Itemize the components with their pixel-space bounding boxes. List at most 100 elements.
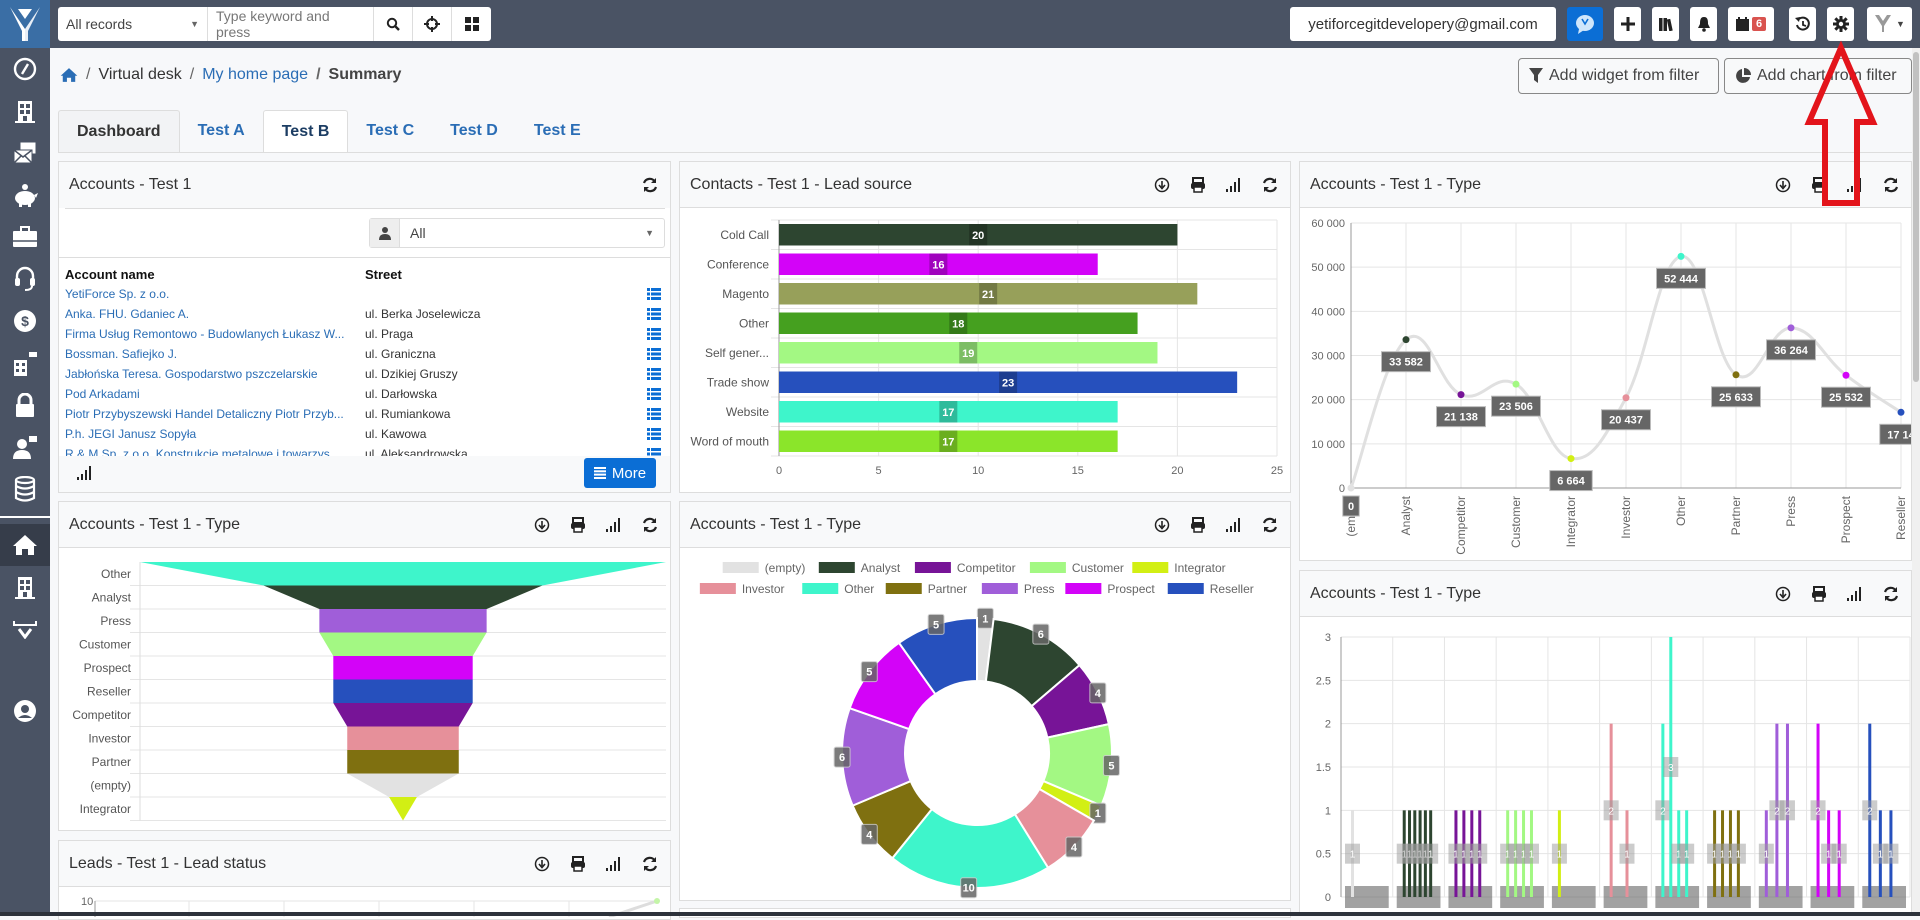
row-details-button[interactable] (647, 288, 661, 300)
x-tick-label: 10 (972, 465, 984, 477)
module-grid-button[interactable] (452, 7, 491, 41)
sidebar-item-finance[interactable]: $ (0, 300, 50, 342)
change-chart-button[interactable] (604, 515, 624, 535)
print-button[interactable] (1809, 584, 1829, 604)
user-menu-button[interactable]: ▼ (1867, 7, 1912, 41)
search-input[interactable]: Type keyword and press (208, 7, 374, 41)
chart-toggle-button[interactable] (77, 466, 93, 485)
account-name-link[interactable]: P.h. JEGI Janusz Sopyła (65, 427, 365, 441)
refresh-button[interactable] (1260, 175, 1280, 195)
calendar-reminders-button[interactable]: 6 (1728, 7, 1774, 41)
account-name-link[interactable]: Anka. FHU. Gdaniec A. (65, 307, 365, 321)
quick-create-button[interactable] (1614, 7, 1641, 41)
account-name-link[interactable]: Piotr Przybyszewski Handel Detaliczny Pi… (65, 407, 365, 421)
chat-bubble-icon (1576, 15, 1594, 34)
sidebar-item-profile[interactable] (0, 690, 50, 732)
row-details-button[interactable] (647, 368, 661, 380)
sidebar-item-home[interactable] (0, 524, 50, 566)
account-name-link[interactable]: Bossman. Safiejko J. (65, 347, 365, 361)
row-details-button[interactable] (647, 308, 661, 320)
tab-test-c[interactable]: Test C (348, 110, 432, 152)
sidebar-item-support[interactable] (0, 258, 50, 300)
refresh-button[interactable] (1260, 515, 1280, 535)
row-details-button[interactable] (647, 328, 661, 340)
download-button[interactable] (1152, 515, 1172, 535)
settings-button[interactable] (1827, 7, 1854, 41)
download-button[interactable] (532, 515, 552, 535)
refresh-button[interactable] (640, 175, 660, 195)
y-category-label: Analyst (92, 590, 132, 604)
home-icon[interactable] (60, 67, 78, 83)
account-name-link[interactable]: Firma Usług Remontowo - Budowlanych Łuka… (65, 327, 365, 341)
row-details-button[interactable] (647, 388, 661, 400)
type-line-chart: 010 00020 00030 00040 00050 00060 000(em… (1311, 218, 1911, 555)
table-row: Bossman. Safiejko J. ul. Graniczna (65, 344, 665, 364)
row-details-button[interactable] (647, 408, 661, 420)
account-name-link[interactable]: YetiForce Sp. z o.o. (65, 287, 365, 301)
tab-test-b[interactable]: Test B (262, 110, 349, 152)
sidebar-item-logistics[interactable] (0, 342, 50, 384)
print-button[interactable] (1188, 175, 1208, 195)
data-label: 5 (933, 619, 939, 631)
data-point (1677, 252, 1685, 260)
accounts-table: Account name Street YetiForce Sp. z o.o.… (65, 264, 665, 464)
add-widget-from-filter-button[interactable]: Add widget from filter (1518, 58, 1719, 94)
tab-test-e[interactable]: Test E (516, 110, 599, 152)
page-scrollbar-thumb[interactable] (1913, 52, 1919, 382)
y-tick-label: 20 000 (1311, 395, 1345, 407)
account-name-link[interactable]: Pod Arkadami (65, 387, 365, 401)
change-chart-button[interactable] (1224, 175, 1244, 195)
owner-filter-select[interactable]: All ▼ (369, 218, 665, 248)
sidebar-item-projects[interactable] (0, 216, 50, 258)
account-name-link[interactable]: Jabłońska Teresa. Gospodarstwo pszczelar… (65, 367, 365, 381)
change-chart-button[interactable] (604, 854, 624, 874)
legend-label: Competitor (957, 561, 1016, 575)
sidebar-item-dashboard[interactable] (0, 48, 50, 90)
download-button[interactable] (1152, 175, 1172, 195)
advanced-search-button[interactable] (413, 7, 452, 41)
refresh-button[interactable] (640, 515, 660, 535)
refresh-button[interactable] (640, 854, 660, 874)
print-button[interactable] (568, 854, 588, 874)
list-details-icon (647, 288, 661, 300)
notifications-button[interactable] (1690, 7, 1717, 41)
download-button[interactable] (1773, 584, 1793, 604)
tab-test-d[interactable]: Test D (432, 110, 516, 152)
history-button[interactable] (1789, 7, 1816, 41)
list-details-icon (647, 308, 661, 320)
sidebar-item-security[interactable] (0, 384, 50, 426)
search-module-select[interactable]: All records ▼ (58, 7, 208, 41)
street-cell: ul. Rumiankowa (365, 407, 451, 421)
tab-dashboard[interactable]: Dashboard (58, 110, 180, 152)
sidebar-item-mail[interactable] (0, 132, 50, 174)
row-details-button[interactable] (647, 348, 661, 360)
refresh-button[interactable] (1881, 584, 1901, 604)
sidebar-item-companies[interactable] (0, 566, 50, 608)
knowledge-base-button[interactable] (1652, 7, 1679, 41)
user-email-field[interactable]: yetiforcegitdevelopery@gmail.com (1290, 7, 1556, 41)
column-header-street[interactable]: Street (365, 267, 665, 282)
yetiforce-logo[interactable] (0, 0, 50, 48)
data-point (1622, 394, 1630, 402)
sidebar-item-hr[interactable] (0, 426, 50, 468)
sidebar-item-sales[interactable] (0, 174, 50, 216)
sidebar-item-yeti[interactable] (0, 608, 50, 650)
row-details-button[interactable] (647, 428, 661, 440)
breadcrumb-my-home-page[interactable]: My home page (202, 66, 308, 84)
change-chart-button[interactable] (1224, 515, 1244, 535)
tab-test-a[interactable]: Test A (180, 110, 263, 152)
more-button[interactable]: More (584, 458, 656, 488)
download-button[interactable] (1773, 175, 1793, 195)
change-chart-button[interactable] (1845, 584, 1865, 604)
list-details-icon (647, 368, 661, 380)
print-button[interactable] (1188, 515, 1208, 535)
search-button[interactable] (374, 7, 413, 41)
column-header-account-name[interactable]: Account name (65, 267, 365, 282)
search-placeholder: Type keyword and press (216, 8, 330, 40)
download-button[interactable] (532, 854, 552, 874)
print-button[interactable] (568, 515, 588, 535)
data-label: 10 (963, 883, 975, 895)
sidebar-item-database[interactable] (0, 468, 50, 510)
sidebar-item-accounts[interactable] (0, 90, 50, 132)
chat-button[interactable] (1567, 7, 1603, 41)
